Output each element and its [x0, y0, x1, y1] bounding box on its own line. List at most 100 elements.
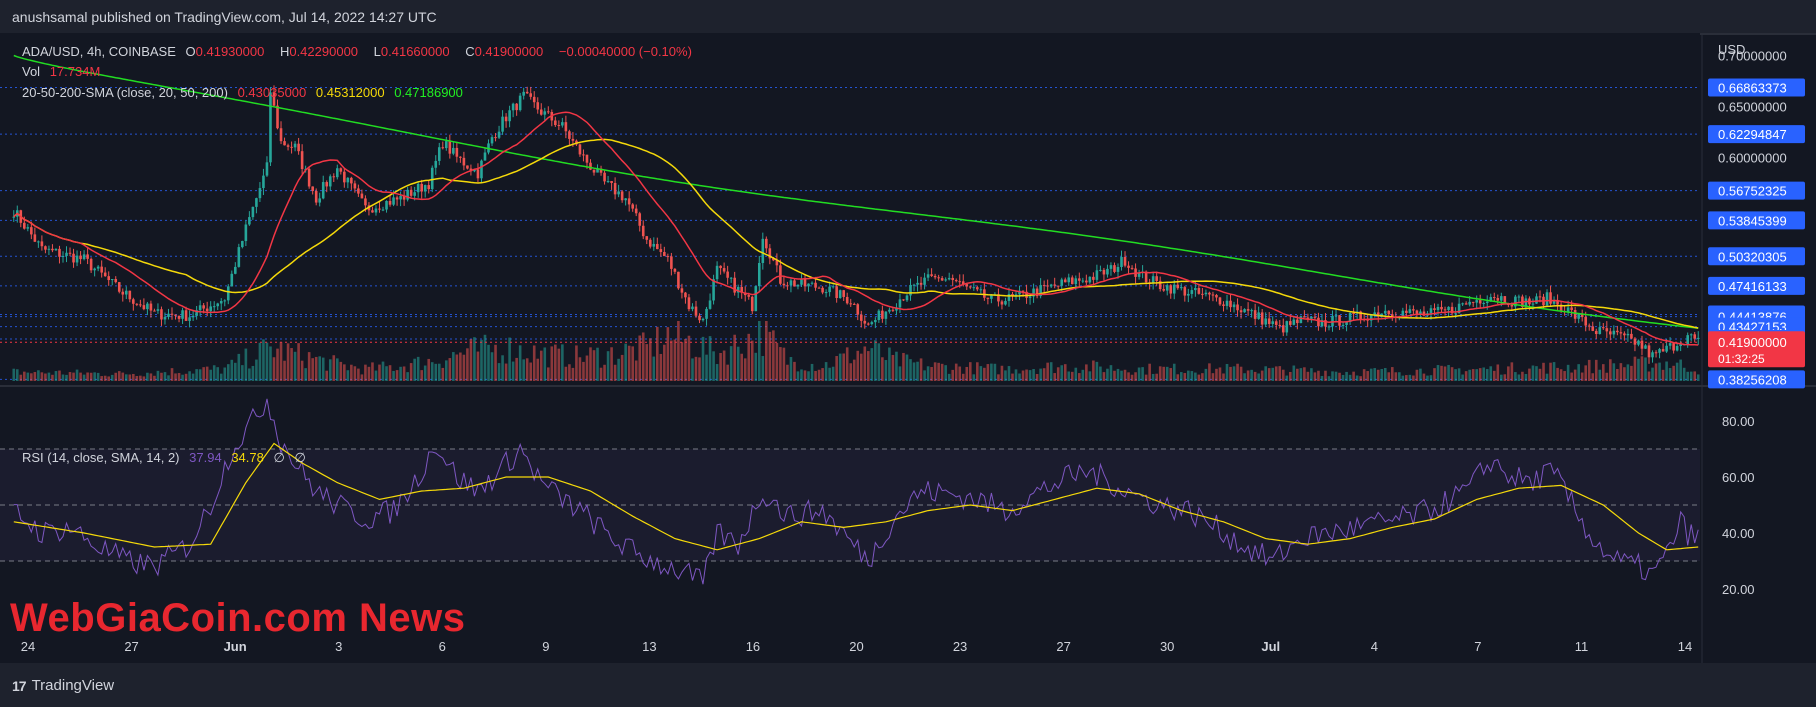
volume-bar [223, 367, 227, 381]
volume-bar [898, 366, 902, 381]
volume-bar [796, 371, 800, 381]
volume-bar [828, 367, 831, 381]
candle-body [645, 236, 649, 240]
volume-bar [747, 333, 751, 381]
volume-bar [1345, 371, 1348, 381]
volume-bar [838, 353, 842, 381]
candle-body [343, 171, 346, 183]
volume-bar [1640, 356, 1644, 381]
candle-body [954, 280, 958, 282]
trading-chart[interactable]: 0.700000000.650000000.600000000.66863373… [0, 33, 1816, 663]
candle-body [656, 243, 659, 250]
close-value: 0.41900000 [474, 44, 544, 59]
candle-body [1313, 316, 1317, 318]
rsi-tick-label: 40.00 [1722, 526, 1755, 541]
candle-body [638, 213, 642, 226]
volume-bar [297, 343, 300, 381]
candle-body [378, 208, 381, 210]
volume-bar [1464, 371, 1468, 381]
volume-bar [1137, 367, 1141, 381]
volume-bar [1380, 368, 1384, 381]
volume-bar [89, 372, 93, 381]
candle-body [891, 309, 895, 311]
volume-bar [1408, 374, 1412, 381]
tradingview-logo[interactable]: 17 TradingView [12, 677, 114, 694]
volume-bar [965, 366, 969, 381]
candle-body [51, 248, 54, 251]
volume-bar [1689, 371, 1693, 381]
volume-bar [1151, 373, 1155, 381]
volume-bar [1285, 375, 1289, 381]
candle-body [114, 279, 118, 283]
volume-bar [684, 338, 687, 381]
volume-bar [121, 372, 125, 381]
time-tick-label: 20 [849, 639, 863, 654]
volume-bar [68, 372, 72, 381]
volume-bar [1570, 372, 1573, 381]
volume-bar [445, 360, 448, 381]
volume-bar [954, 363, 958, 381]
volume-bar [1078, 373, 1081, 381]
candle-body [1317, 317, 1320, 327]
candle-body [1461, 303, 1464, 305]
candle-body [223, 300, 227, 302]
volume-bar [1028, 370, 1032, 381]
volume-bar [1281, 369, 1285, 381]
volume-bar [234, 362, 237, 381]
volume-bar [884, 360, 888, 381]
candle-body [859, 314, 863, 321]
volume-bar [1521, 371, 1524, 381]
candle-body [156, 309, 160, 311]
candle-body [726, 271, 729, 278]
volume-bar [845, 347, 849, 381]
volume-bar [174, 373, 177, 381]
volume-bar [388, 365, 392, 381]
candle-body [1429, 308, 1433, 314]
volume-bar [529, 362, 533, 381]
volume-bar [1250, 369, 1253, 381]
volume-bar [332, 355, 336, 381]
volume-bar [1503, 374, 1507, 381]
volume-bar [1394, 372, 1398, 381]
volume-bar [226, 364, 230, 381]
volume-bar [1218, 367, 1222, 381]
volume-bar [1063, 364, 1067, 381]
candle-body [1447, 306, 1450, 310]
volume-bar [525, 358, 529, 381]
volume-bar [1222, 373, 1225, 381]
volume-bar [160, 372, 163, 381]
volume-bar [58, 370, 61, 381]
candle-body [452, 147, 455, 154]
candle-body [466, 165, 469, 169]
volume-bar [1616, 368, 1619, 381]
candle-body [1218, 297, 1222, 305]
candle-body [61, 255, 65, 257]
volume-bar [135, 375, 139, 381]
candle-body [750, 296, 754, 312]
volume-bar [1116, 368, 1120, 381]
volume-bar [339, 361, 343, 381]
volume-bar [831, 366, 835, 381]
volume-bar [146, 372, 149, 381]
volume-bar [1123, 369, 1127, 381]
candle-body [1088, 276, 1092, 283]
candle-body [1637, 340, 1640, 345]
volume-bar [1004, 370, 1007, 381]
volume-bar [961, 373, 965, 381]
volume-bar [1060, 365, 1064, 381]
volume-legend: Vol 17.734M [22, 64, 106, 79]
volume-bar [944, 365, 947, 381]
volume-bar [1373, 368, 1377, 381]
candle-body [870, 322, 874, 325]
volume-bar [96, 372, 100, 381]
volume-bar [1450, 367, 1454, 381]
time-tick-label: 13 [642, 639, 656, 654]
candle-body [244, 224, 248, 242]
candle-body [1060, 279, 1064, 286]
volume-bar [800, 369, 803, 381]
volume-bar [395, 370, 399, 381]
candle-body [1222, 304, 1225, 306]
candle-body [814, 282, 817, 288]
volume-bar [1598, 369, 1602, 381]
volume-bar [620, 354, 624, 381]
